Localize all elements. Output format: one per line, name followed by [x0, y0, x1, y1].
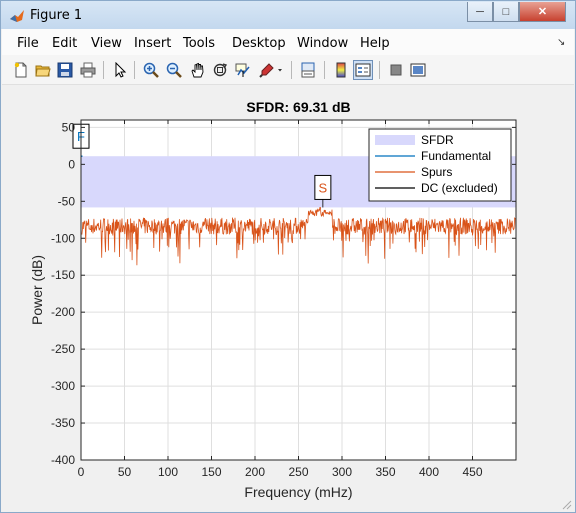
- y-tick-label: -350: [51, 416, 75, 430]
- figure-window: Figure 1 ─ □ ✕ File Edit View Insert Too…: [0, 0, 576, 513]
- link-icon: [301, 62, 315, 78]
- x-tick-label: 450: [462, 465, 482, 479]
- y-tick-label: -50: [58, 194, 76, 208]
- legend-entry: Spurs: [421, 165, 452, 179]
- y-tick-label: 0: [68, 157, 75, 171]
- x-tick-label: 0: [78, 465, 85, 479]
- x-tick-label: 250: [288, 465, 308, 479]
- show-plot-tools-button[interactable]: [408, 60, 428, 80]
- menu-file[interactable]: File: [17, 36, 39, 51]
- x-tick-label: 300: [332, 465, 352, 479]
- open-file-button[interactable]: [33, 60, 53, 80]
- printer-icon: [80, 62, 96, 78]
- edit-plot-button[interactable]: [110, 60, 130, 80]
- x-tick-label: 200: [245, 465, 265, 479]
- minimize-icon: ─: [476, 5, 484, 18]
- insert-legend-button[interactable]: [353, 60, 373, 80]
- brush-button[interactable]: [258, 60, 286, 80]
- pointer-icon: [115, 62, 127, 78]
- maximize-button[interactable]: □: [493, 2, 519, 22]
- menu-edit[interactable]: Edit: [52, 36, 77, 51]
- figure-canvas[interactable]: F S 0 50 100 150 200 250 300 350 400 450 50 0 -50 -100-…: [2, 86, 574, 512]
- marker-label-s: S: [319, 180, 328, 195]
- y-tick-label: -300: [51, 379, 75, 393]
- new-file-icon: [14, 62, 27, 78]
- save-icon: [57, 62, 73, 78]
- matlab-icon: [10, 10, 24, 22]
- menu-view[interactable]: View: [91, 36, 122, 51]
- x-tick-label: 150: [201, 465, 221, 479]
- menu-window[interactable]: Window: [297, 36, 348, 51]
- x-axis-label: Frequency (mHz): [244, 484, 352, 500]
- x-tick-label: 400: [419, 465, 439, 479]
- y-tick-label: -250: [51, 342, 75, 356]
- chart-title: SFDR: 69.31 dB: [246, 99, 350, 115]
- y-tick-label: -100: [51, 231, 75, 245]
- dock-figure-icon[interactable]: ↘: [557, 37, 565, 48]
- y-tick-label: 50: [62, 120, 76, 134]
- close-button[interactable]: ✕: [519, 2, 566, 22]
- y-axis-label: Power (dB): [29, 255, 45, 325]
- window-title: Figure 1: [30, 8, 83, 23]
- colorbar-icon: [336, 62, 346, 78]
- hand-icon: [191, 62, 204, 78]
- zoom-out-icon: [166, 62, 182, 78]
- legend-entry: SFDR: [421, 133, 454, 147]
- menu-desktop[interactable]: Desktop: [232, 36, 286, 51]
- zoom-in-icon: [143, 62, 159, 78]
- link-plot-button[interactable]: [298, 60, 318, 80]
- new-figure-button[interactable]: [11, 60, 31, 80]
- rotate-icon: [213, 63, 228, 77]
- menu-tools[interactable]: Tools: [183, 36, 215, 51]
- minimize-button[interactable]: ─: [467, 2, 493, 22]
- brush-icon: [259, 63, 282, 78]
- save-figure-button[interactable]: [55, 60, 75, 80]
- print-figure-button[interactable]: [78, 60, 98, 80]
- legend-icon: [355, 63, 371, 77]
- title-bar[interactable]: Figure 1 ─ □ ✕: [1, 1, 575, 29]
- y-tick-label: -400: [51, 453, 75, 467]
- pan-button[interactable]: [188, 60, 208, 80]
- maximize-icon: □: [502, 5, 510, 18]
- menu-bar: File Edit View Insert Tools Desktop Wind…: [2, 29, 574, 55]
- folder-icon: [35, 65, 51, 77]
- legend-entry: DC (excluded): [421, 181, 498, 195]
- insert-colorbar-button[interactable]: [331, 60, 351, 80]
- x-tick-label: 350: [375, 465, 395, 479]
- hide-plot-tools-button[interactable]: [386, 60, 406, 80]
- resize-grip-icon[interactable]: [560, 498, 572, 510]
- legend-entry: Fundamental: [421, 149, 491, 163]
- rotate-3d-button[interactable]: [210, 60, 230, 80]
- sfdr-plot[interactable]: FS0 50 100 150 200 250 300 350 400 450500-50-100-…: [2, 86, 574, 512]
- zoom-in-button[interactable]: [141, 60, 161, 80]
- y-tick-label: -150: [51, 268, 75, 282]
- data-cursor-icon: [235, 63, 250, 77]
- legend-swatch-sfdr: [375, 135, 415, 145]
- show-tools-icon: [410, 63, 426, 77]
- figure-toolbar: [2, 55, 574, 85]
- hide-tools-icon: [390, 64, 402, 76]
- x-tick-label: 100: [158, 465, 178, 479]
- zoom-out-button[interactable]: [164, 60, 184, 80]
- close-icon: ✕: [537, 6, 548, 18]
- menu-help[interactable]: Help: [360, 36, 390, 51]
- data-cursor-button[interactable]: [233, 60, 253, 80]
- menu-insert[interactable]: Insert: [134, 36, 171, 51]
- y-tick-label: -200: [51, 305, 75, 319]
- x-tick-label: 50: [118, 465, 132, 479]
